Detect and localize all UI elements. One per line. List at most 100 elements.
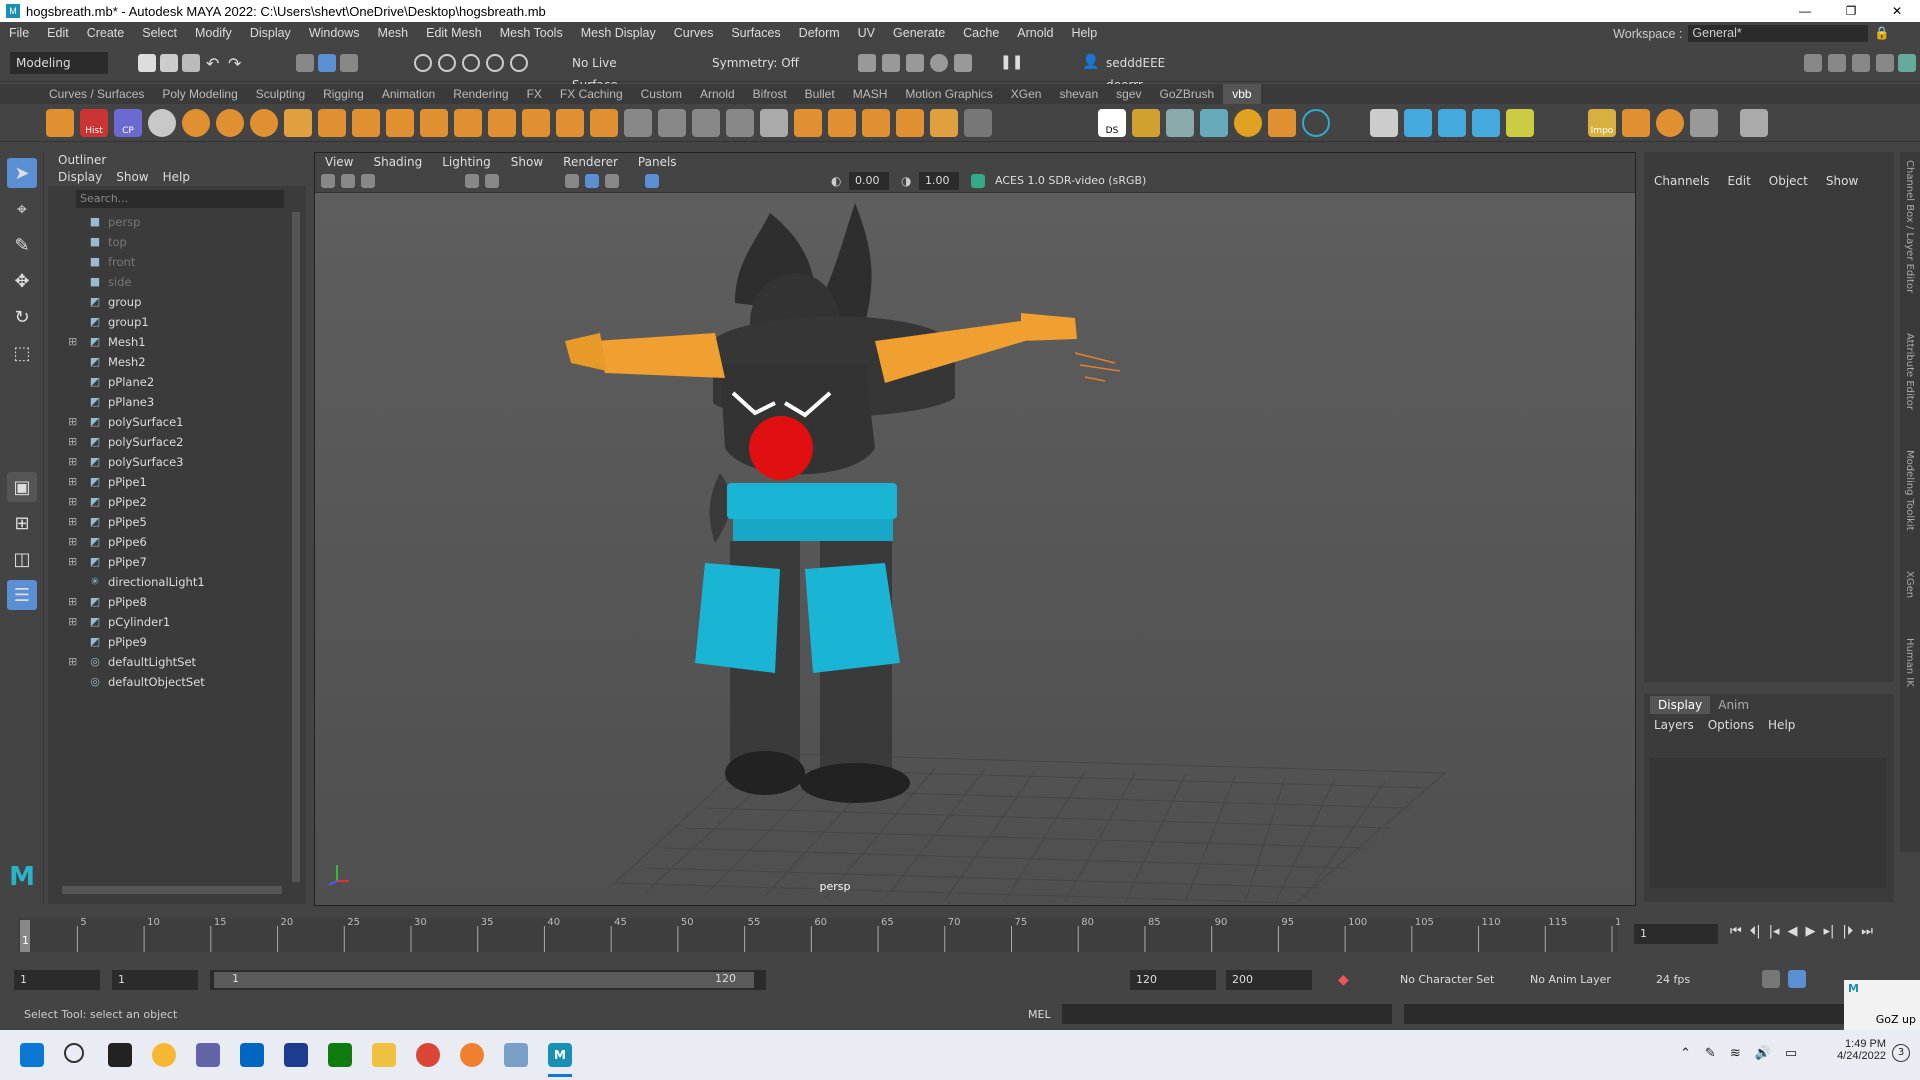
shelf-freeze-icon[interactable] xyxy=(896,109,924,137)
color-management-icon[interactable] xyxy=(971,174,985,188)
side-tab-human-ik[interactable]: Human IK xyxy=(1904,638,1915,687)
outliner-item[interactable]: ◎ defaultObjectSet xyxy=(48,672,306,692)
outliner-layout-icon[interactable]: ☰ xyxy=(7,580,37,610)
menu-cache[interactable]: Cache xyxy=(954,26,1008,40)
shelf-lattice-icon[interactable] xyxy=(1166,109,1194,137)
menu-deform[interactable]: Deform xyxy=(790,26,849,40)
menuset-select[interactable]: Modeling xyxy=(10,52,108,74)
shelf-poly-sphere-icon[interactable] xyxy=(182,109,210,137)
expand-icon[interactable]: ⊞ xyxy=(68,516,80,528)
layers-menu-help[interactable]: Help xyxy=(1768,718,1795,732)
xray-icon[interactable] xyxy=(645,174,659,188)
render-frame-icon[interactable] xyxy=(858,54,876,72)
shelf-goz-icon[interactable] xyxy=(1656,109,1684,137)
four-pane-icon[interactable]: ⊞ xyxy=(7,508,37,538)
shelf-skin-icon[interactable] xyxy=(1404,109,1432,137)
channels-menu-channels[interactable]: Channels xyxy=(1654,174,1710,188)
outliner-item[interactable]: ⊞ ◩ polySurface1 xyxy=(48,412,306,432)
snap-curve-icon[interactable] xyxy=(438,54,456,72)
wifi-icon[interactable]: ≋ xyxy=(1730,1046,1741,1061)
workspace-select[interactable]: General* xyxy=(1688,25,1869,42)
expand-icon[interactable]: ⊞ xyxy=(68,616,80,628)
outliner-menu-help[interactable]: Help xyxy=(163,168,190,186)
shelf-tab-xgen[interactable]: XGen xyxy=(1002,84,1051,104)
shelf-merge-icon[interactable] xyxy=(794,109,822,137)
shelf-tab-rendering[interactable]: Rendering xyxy=(444,84,517,104)
menu-modify[interactable]: Modify xyxy=(186,26,241,40)
current-frame-field[interactable]: 1 xyxy=(1634,924,1718,944)
auto-key-icon[interactable]: ◆ xyxy=(1338,972,1349,988)
app-icon[interactable] xyxy=(284,1043,308,1067)
clock[interactable]: 1:49 PM 4/24/2022 xyxy=(1820,1038,1886,1062)
shelf-quad-draw-icon[interactable] xyxy=(760,109,788,137)
paint-select-icon[interactable]: ✎ xyxy=(7,230,37,260)
shelf-measure-icon[interactable] xyxy=(1506,109,1534,137)
step-forward-key-icon[interactable]: |⏵ xyxy=(1842,924,1853,939)
shelf-tab-bullet[interactable]: Bullet xyxy=(796,84,844,104)
single-pane-icon[interactable]: ▣ xyxy=(7,472,37,502)
shelf-mirror-icon[interactable] xyxy=(556,109,584,137)
menu-uv[interactable]: UV xyxy=(849,26,884,40)
select-object-icon[interactable] xyxy=(318,54,336,72)
layers-menu-options[interactable]: Options xyxy=(1708,718,1754,732)
lasso-tool-icon[interactable]: ⌖ xyxy=(7,194,37,224)
image-viewer-icon[interactable] xyxy=(504,1043,528,1067)
symmetry-select[interactable]: Symmetry: Off xyxy=(706,52,806,74)
pause-icon[interactable]: ❚❚ xyxy=(1000,54,1023,72)
shelf-cube-icon[interactable] xyxy=(46,109,74,137)
notification-badge[interactable]: 3 xyxy=(1892,1044,1910,1062)
shelf-separate-icon[interactable] xyxy=(454,109,482,137)
viewport-scene[interactable]: persp xyxy=(315,193,1635,905)
search-icon[interactable] xyxy=(64,1043,84,1063)
shelf-center-pivot-icon[interactable] xyxy=(930,109,958,137)
colorspace-select[interactable]: ACES 1.0 SDR-video (sRGB) xyxy=(989,172,1177,190)
outliner-item[interactable]: ⊞ ◩ pPipe7 xyxy=(48,552,306,572)
shelf-smooth-icon[interactable] xyxy=(488,109,516,137)
task-view-icon[interactable] xyxy=(108,1043,132,1067)
menu-mesh-tools[interactable]: Mesh Tools xyxy=(491,26,572,40)
camera-attr-icon[interactable] xyxy=(341,174,355,188)
shelf-s-curve-icon[interactable] xyxy=(1472,109,1500,137)
save-scene-icon[interactable] xyxy=(182,54,200,72)
xbox-icon[interactable] xyxy=(328,1043,352,1067)
scene-start-field[interactable]: 1 xyxy=(14,970,100,990)
shelf-collapse-icon[interactable] xyxy=(828,109,856,137)
vp-menu-lighting[interactable]: Lighting xyxy=(432,155,501,169)
minimize-button[interactable]: — xyxy=(1782,0,1828,22)
shelf-constraint-icon[interactable] xyxy=(1438,109,1466,137)
shelf-cylinder-icon[interactable] xyxy=(1268,109,1296,137)
shelf-circle-icon[interactable] xyxy=(1302,109,1330,137)
layer-tab-anim[interactable]: Anim xyxy=(1710,696,1757,714)
outliner-item[interactable]: ⊞ ◩ pPipe8 xyxy=(48,592,306,612)
tool-settings-icon[interactable] xyxy=(1852,54,1870,72)
shelf-tab-vbb[interactable]: vbb xyxy=(1223,84,1261,104)
go-to-start-icon[interactable]: ⏮ xyxy=(1730,924,1742,939)
outliner-item[interactable]: ⊞ ◩ pCylinder1 xyxy=(48,612,306,632)
shelf-tab-curves-surfaces[interactable]: Curves / Surfaces xyxy=(40,84,153,104)
shelf-tab-sculpting[interactable]: Sculpting xyxy=(247,84,314,104)
modeling-toolkit-icon[interactable] xyxy=(1804,54,1822,72)
menu-select[interactable]: Select xyxy=(133,26,186,40)
battery-icon[interactable]: ▭ xyxy=(1785,1046,1797,1061)
layer-editor-icon[interactable] xyxy=(1898,54,1916,72)
shelf-tab-motion-graphics[interactable]: Motion Graphics xyxy=(896,84,1001,104)
bookmark-icon[interactable] xyxy=(361,174,375,188)
ipr-render-icon[interactable] xyxy=(906,54,924,72)
menu-create[interactable]: Create xyxy=(78,26,134,40)
undo-icon[interactable]: ↶ xyxy=(206,54,224,73)
gamma-field[interactable]: 1.00 xyxy=(919,172,959,190)
outliner-item[interactable]: ■ front xyxy=(48,252,306,272)
shelf-sphere-icon[interactable] xyxy=(148,109,176,137)
camera-select-icon[interactable] xyxy=(321,174,335,188)
blender-icon[interactable] xyxy=(460,1043,484,1067)
close-button[interactable]: ✕ xyxy=(1874,0,1920,22)
select-component-icon[interactable] xyxy=(340,54,358,72)
shelf-extrude-icon[interactable] xyxy=(318,109,346,137)
shelf-script-icon[interactable] xyxy=(1132,109,1160,137)
redo-icon[interactable]: ↷ xyxy=(228,54,246,73)
time-slider[interactable]: 5 10 15 20 25 30 35 40 45 50 55 60 65 70 75 80 85 90 95 100… xyxy=(0,912,1920,956)
shelf-tab-poly-modeling[interactable]: Poly Modeling xyxy=(153,84,246,104)
file-explorer-icon[interactable] xyxy=(372,1043,396,1067)
grid-toggle-icon[interactable] xyxy=(465,174,479,188)
shelf-tab-bifrost[interactable]: Bifrost xyxy=(744,84,796,104)
